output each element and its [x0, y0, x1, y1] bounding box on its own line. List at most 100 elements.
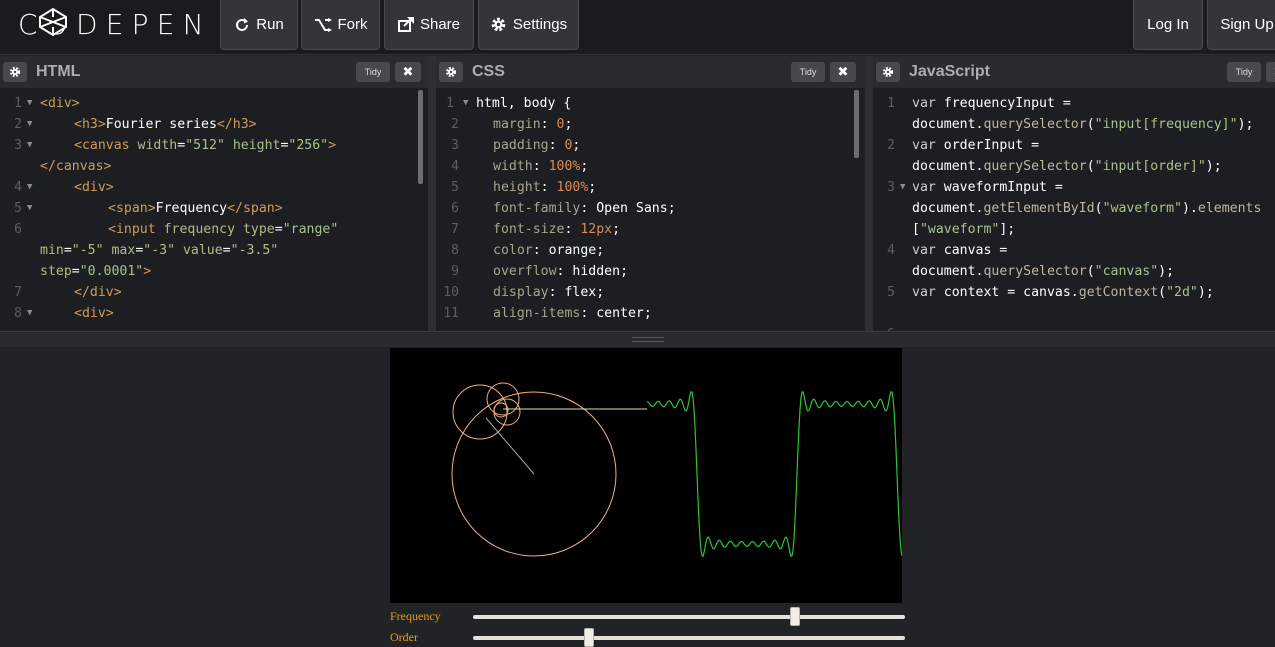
- gear-icon: [445, 66, 457, 78]
- css-close-button[interactable]: ✖: [830, 62, 856, 82]
- line-number: 1: [887, 96, 895, 111]
- line-number: 1: [446, 96, 454, 111]
- line-number: 2: [451, 117, 459, 132]
- order-slider-thumb[interactable]: [583, 628, 594, 647]
- html-tidy-button[interactable]: Tidy: [356, 62, 390, 82]
- code-line: var context = canvas.getContext("2d");: [912, 285, 1214, 300]
- code-line: <input frequency type="range": [108, 222, 339, 237]
- code-line: overflow: hidden;: [493, 264, 629, 279]
- line-number: 10: [443, 285, 459, 300]
- code-line: var orderInput =: [912, 138, 1040, 153]
- code-line: margin: 0;: [493, 117, 573, 132]
- css-settings-button[interactable]: [439, 62, 463, 82]
- js-editor-title: JavaScript: [909, 63, 990, 80]
- code-line: <div>: [74, 306, 114, 321]
- codepen-cube-icon: [39, 7, 67, 37]
- share-label: Share: [419, 16, 461, 33]
- code-line: width: 100%;: [493, 159, 589, 174]
- login-button[interactable]: Log In: [1133, 0, 1203, 50]
- fold-arrow-icon[interactable]: ▼: [27, 177, 32, 198]
- close-icon: ✖: [402, 64, 414, 79]
- line-number: 4: [14, 180, 22, 195]
- editor-divider[interactable]: [865, 56, 873, 331]
- code-line: <h3>Fourier series</h3>: [74, 117, 257, 132]
- line-number: 6: [451, 201, 459, 216]
- run-button[interactable]: Run: [220, 0, 298, 50]
- login-label: Log In: [1147, 16, 1189, 33]
- line-number: 6: [873, 324, 895, 331]
- code-line: font-size: 12px;: [493, 222, 621, 237]
- html-scrollbar[interactable]: [418, 90, 423, 184]
- signup-button[interactable]: Sign Up: [1207, 0, 1275, 50]
- fold-arrow-icon[interactable]: ▼: [463, 93, 468, 114]
- css-scrollbar[interactable]: [854, 90, 859, 158]
- radius-line: [485, 417, 535, 475]
- frequency-slider-thumb[interactable]: [789, 607, 800, 626]
- line-number: 3: [451, 138, 459, 153]
- code-line: <canvas width="512" height="256">: [74, 138, 337, 153]
- line-number: 1: [14, 96, 22, 111]
- settings-button[interactable]: Settings: [478, 0, 579, 50]
- fold-arrow-icon[interactable]: ▼: [900, 177, 905, 198]
- fold-arrow-icon[interactable]: ▼: [27, 135, 32, 156]
- fold-arrow-icon[interactable]: ▼: [27, 93, 32, 114]
- line-number: 3: [887, 180, 895, 195]
- order-label: Order: [390, 630, 418, 644]
- header-bar: C CODEPEN Run Fork Share Setti: [0, 0, 1275, 55]
- line-number: 2: [14, 117, 22, 132]
- preview-pane: Frequency Order: [0, 347, 1275, 647]
- signup-label: Sign Up: [1220, 16, 1274, 33]
- gear-icon: [882, 66, 894, 78]
- fold-arrow-icon[interactable]: ▼: [27, 114, 32, 135]
- code-line: font-family: Open Sans;: [493, 201, 676, 216]
- js-settings-button[interactable]: [876, 62, 900, 82]
- fold-arrow-icon[interactable]: ▼: [27, 198, 32, 219]
- fourier-drawing: [451, 382, 903, 557]
- preview-resize-handle[interactable]: [0, 331, 1275, 347]
- run-label: Run: [256, 16, 284, 33]
- code-line: var waveformInput =: [912, 180, 1063, 195]
- code-line: var canvas =: [912, 243, 1008, 258]
- order-slider[interactable]: [473, 628, 905, 647]
- code-line: height: 100%;: [493, 180, 597, 195]
- code-line: <div>: [40, 96, 80, 111]
- frequency-slider[interactable]: [473, 607, 905, 626]
- css-tidy-button[interactable]: Tidy: [791, 62, 825, 82]
- logo-wordmark: CODEPEN: [18, 7, 212, 41]
- line-number: 7: [451, 222, 459, 237]
- line-number: 5: [887, 285, 895, 300]
- code-line: html, body {: [476, 96, 572, 111]
- share-button[interactable]: Share: [384, 0, 474, 50]
- code-line-wrap: step="0.0001">: [40, 264, 152, 279]
- html-close-button[interactable]: ✖: [395, 62, 421, 82]
- line-number: 8: [451, 243, 459, 258]
- waveform-trace: [646, 391, 903, 557]
- code-line: align-items: center;: [493, 306, 652, 321]
- code-line-wrap: min="-5" max="-3" value="-3.5": [40, 243, 279, 258]
- editor-divider[interactable]: [428, 56, 436, 331]
- line-number: 11: [443, 306, 459, 321]
- refresh-icon: [236, 17, 249, 31]
- grip-icon: [632, 337, 664, 342]
- line-number: 4: [451, 159, 459, 174]
- fold-arrow-icon[interactable]: ▼: [27, 303, 32, 324]
- share-icon: [397, 17, 414, 32]
- css-editor-panel: CSS Tidy ✖ 1 ▼ html, body { 2 margin: 0; …: [436, 56, 865, 331]
- fork-button[interactable]: Fork: [301, 0, 380, 50]
- line-number: 5: [14, 201, 22, 216]
- code-line-wrap: document.getElementById("waveform").elem…: [912, 201, 1262, 216]
- gear-icon: [491, 17, 506, 32]
- css-editor-title: CSS: [472, 63, 505, 80]
- html-editor-header: HTML Tidy ✖: [0, 56, 428, 88]
- line-number: 3: [14, 138, 22, 153]
- fork-label: Fork: [337, 16, 368, 33]
- frequency-label: Frequency: [390, 609, 441, 623]
- line-number: 2: [887, 138, 895, 153]
- js-close-button[interactable]: ✖: [1266, 62, 1275, 82]
- code-line: <span>Frequency</span>: [108, 201, 283, 216]
- fork-icon: [314, 17, 332, 32]
- code-line: color: orange;: [493, 243, 605, 258]
- js-tidy-button[interactable]: Tidy: [1227, 62, 1261, 82]
- html-settings-button[interactable]: [3, 62, 27, 82]
- code-line: display: flex;: [493, 285, 605, 300]
